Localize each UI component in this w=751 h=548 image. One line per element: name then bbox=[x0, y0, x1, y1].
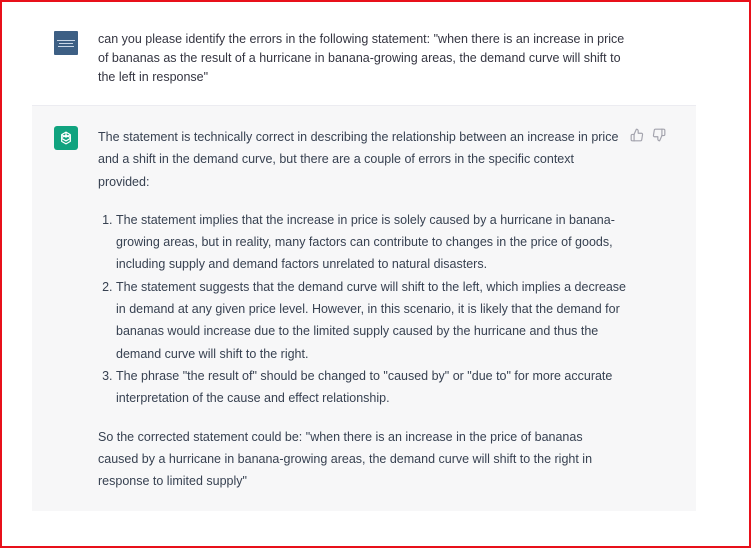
error-list-item: The statement implies that the increase … bbox=[116, 209, 626, 276]
user-message: can you please identify the errors in th… bbox=[32, 2, 696, 105]
user-avatar[interactable] bbox=[54, 31, 78, 55]
error-list: The statement implies that the increase … bbox=[98, 209, 626, 410]
assistant-message: The statement is technically correct in … bbox=[32, 105, 696, 511]
answer-intro: The statement is technically correct in … bbox=[98, 130, 619, 189]
assistant-message-text: The statement is technically correct in … bbox=[98, 126, 626, 492]
error-list-item: The statement suggests that the demand c… bbox=[116, 276, 626, 365]
thumbs-up-icon[interactable] bbox=[630, 128, 644, 142]
feedback-buttons bbox=[630, 128, 666, 142]
answer-conclusion: So the corrected statement could be: "wh… bbox=[98, 429, 593, 489]
error-list-item: The phrase "the result of" should be cha… bbox=[116, 365, 626, 410]
user-message-text: can you please identify the errors in th… bbox=[98, 32, 625, 84]
chatgpt-logo-icon bbox=[54, 126, 78, 150]
screenshot-frame: can you please identify the errors in th… bbox=[0, 0, 751, 548]
thumbs-down-icon[interactable] bbox=[652, 128, 666, 142]
